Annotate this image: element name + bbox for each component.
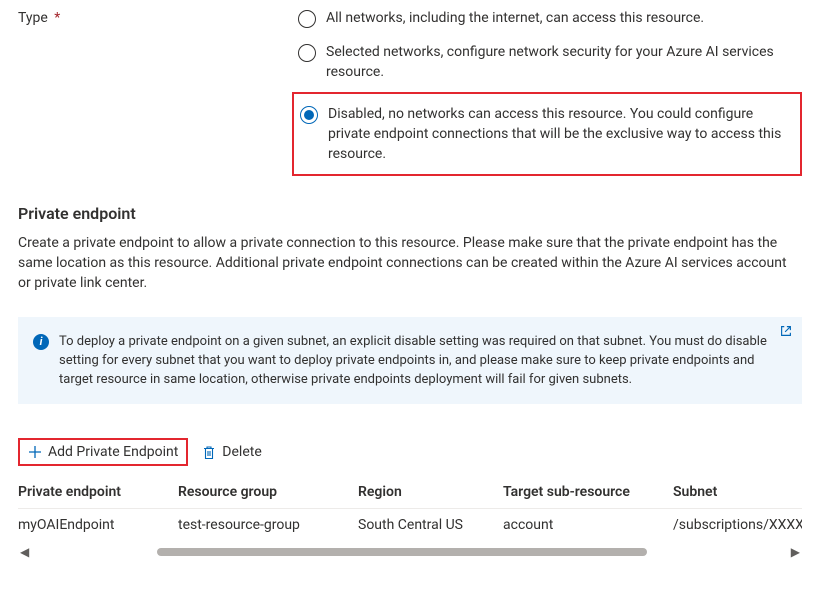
endpoint-table: Private endpoint Resource group Region T… xyxy=(18,476,802,541)
col-header-region[interactable]: Region xyxy=(358,484,503,500)
cell-subnet: /subscriptions/XXXX- xyxy=(673,517,802,533)
cell-target: account xyxy=(503,517,673,533)
cell-region: South Central US xyxy=(358,517,503,533)
type-label: Type * xyxy=(18,4,298,26)
endpoint-toolbar: Add Private Endpoint Delete xyxy=(18,438,802,466)
plus-icon xyxy=(28,445,42,459)
scroll-right-arrow[interactable]: ▶ xyxy=(789,545,802,559)
add-private-endpoint-button[interactable]: Add Private Endpoint xyxy=(18,438,188,466)
radio-option-label: All networks, including the internet, ca… xyxy=(326,8,802,28)
private-endpoint-heading: Private endpoint xyxy=(18,204,802,223)
cell-private-endpoint: myOAIEndpoint xyxy=(18,517,178,533)
col-header-target[interactable]: Target sub-resource xyxy=(503,484,673,500)
info-callout: i To deploy a private endpoint on a give… xyxy=(18,317,802,404)
delete-button[interactable]: Delete xyxy=(194,440,269,464)
add-button-label: Add Private Endpoint xyxy=(48,444,178,460)
external-link-icon[interactable] xyxy=(779,324,793,338)
radio-icon xyxy=(298,10,316,28)
required-asterisk: * xyxy=(54,10,60,26)
cell-resource-group: test-resource-group xyxy=(178,517,358,533)
info-icon: i xyxy=(33,334,49,350)
trash-icon xyxy=(202,445,216,460)
selected-option-highlight: Disabled, no networks can access this re… xyxy=(292,92,802,176)
radio-option-label: Disabled, no networks can access this re… xyxy=(328,104,794,164)
scroll-thumb[interactable] xyxy=(157,548,647,556)
radio-icon xyxy=(298,44,316,62)
radio-option-label: Selected networks, configure network sec… xyxy=(326,42,802,82)
table-row[interactable]: myOAIEndpoint test-resource-group South … xyxy=(18,509,802,541)
col-header-private-endpoint[interactable]: Private endpoint xyxy=(18,484,178,500)
horizontal-scrollbar[interactable]: ◀ ▶ xyxy=(18,545,802,559)
radio-icon-selected xyxy=(300,106,318,124)
radio-option-selected[interactable]: Selected networks, configure network sec… xyxy=(298,38,802,92)
delete-button-label: Delete xyxy=(222,444,261,460)
radio-option-all[interactable]: All networks, including the internet, ca… xyxy=(298,4,802,38)
radio-option-disabled[interactable]: Disabled, no networks can access this re… xyxy=(300,100,794,168)
type-label-text: Type xyxy=(18,10,48,26)
table-header-row: Private endpoint Resource group Region T… xyxy=(18,476,802,509)
col-header-subnet[interactable]: Subnet xyxy=(673,484,802,500)
col-header-resource-group[interactable]: Resource group xyxy=(178,484,358,500)
scroll-track[interactable] xyxy=(37,548,783,556)
info-text: To deploy a private endpoint on a given … xyxy=(59,332,773,389)
scroll-left-arrow[interactable]: ◀ xyxy=(18,545,31,559)
private-endpoint-description: Create a private endpoint to allow a pri… xyxy=(18,233,802,293)
